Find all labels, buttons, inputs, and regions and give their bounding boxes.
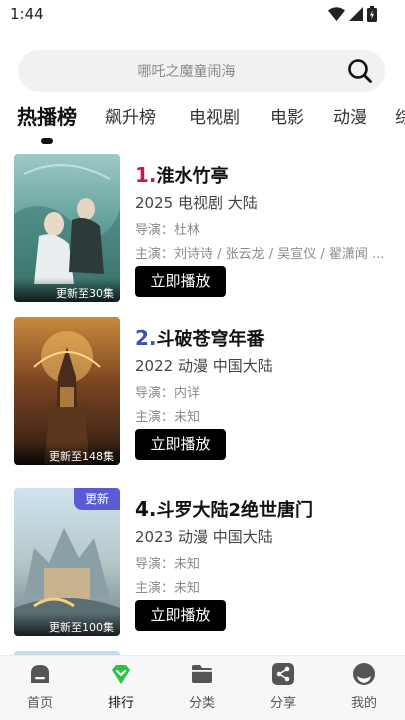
item-title[interactable]: 淮水竹亭 (157, 166, 229, 187)
ranking-icon (112, 665, 130, 684)
tab-rising[interactable]: 飙升榜 (105, 103, 156, 128)
search-icon[interactable] (347, 58, 373, 84)
play-now-button[interactable]: 立即播放 (135, 600, 226, 631)
item-director: 导演：杜林 (135, 223, 201, 238)
search-input[interactable]: 哪吒之魔童闹海 (18, 61, 385, 81)
play-now-button[interactable]: 立即播放 (135, 429, 226, 460)
nav-ranking[interactable]: 排行 (91, 662, 151, 711)
nav-ranking-label: 排行 (107, 696, 134, 711)
nav-category-label: 分类 (188, 696, 215, 711)
item-meta: 2025 电视剧 大陆 (135, 194, 258, 212)
play-now-button[interactable]: 立即播放 (135, 266, 226, 297)
active-tab-indicator (41, 138, 53, 144)
nav-share-label: 分享 (269, 696, 296, 711)
bottom-nav: 首页 排行 分类 分享 我的 (0, 655, 405, 720)
item-director: 导演：未知 (135, 557, 201, 572)
home-icon (31, 665, 49, 683)
poster-image[interactable]: 更新至148集 (14, 317, 120, 465)
update-badge: 更新 (74, 488, 120, 510)
rank-number: 2. (135, 326, 157, 350)
nav-share[interactable]: 分享 (253, 662, 313, 711)
status-time: 1:44 (10, 5, 44, 23)
episode-badge: 更新至148集 (14, 441, 120, 465)
profile-icon (353, 663, 375, 685)
item-cast: 主演：未知 (135, 410, 201, 425)
tab-tv-series[interactable]: 电视剧 (189, 103, 240, 128)
tab-anime[interactable]: 动漫 (333, 103, 367, 128)
item-cast: 主演：刘诗诗 / 张云龙 / 吴宣仪 / 翟潇闻 ... (135, 247, 385, 262)
item-cast: 主演：未知 (135, 581, 201, 596)
item-meta: 2022 动漫 中国大陆 (135, 357, 273, 375)
status-icons (328, 6, 377, 22)
nav-profile-label: 我的 (350, 696, 377, 711)
rank-number: 1. (135, 163, 157, 187)
item-title-row[interactable]: 1.淮水竹亭 (135, 162, 229, 188)
item-title[interactable]: 斗罗大陆2绝世唐门 (157, 500, 314, 521)
signal-icon (349, 7, 363, 21)
tab-hot[interactable]: 热播榜 (17, 103, 77, 130)
tab-variety[interactable]: 综 (395, 103, 405, 128)
tab-movie[interactable]: 电影 (270, 103, 304, 128)
ranking-item-2[interactable]: 更新至148集 2.斗破苍穹年番 2022 动漫 中国大陆 导演：内详 主演：未… (14, 317, 394, 465)
item-meta: 2023 动漫 中国大陆 (135, 528, 273, 546)
episode-badge: 更新至30集 (14, 278, 120, 302)
nav-category[interactable]: 分类 (172, 662, 232, 711)
status-bar: 1:44 (0, 0, 405, 30)
poster-image[interactable]: 更新 更新至100集 (14, 488, 120, 636)
folder-icon (192, 665, 212, 683)
share-icon (272, 663, 294, 685)
item-title-row[interactable]: 4.斗罗大陆2绝世唐门 (135, 496, 313, 522)
item-title[interactable]: 斗破苍穹年番 (157, 329, 265, 350)
item-director: 导演：内详 (135, 386, 201, 401)
nav-home[interactable]: 首页 (10, 662, 70, 711)
episode-badge: 更新至100集 (14, 612, 120, 636)
wifi-icon (328, 7, 345, 21)
ranking-item-3[interactable]: 更新 更新至100集 4.斗罗大陆2绝世唐门 2023 动漫 中国大陆 导演：未… (14, 488, 394, 636)
battery-icon (367, 6, 377, 22)
item-title-row[interactable]: 2.斗破苍穹年番 (135, 325, 265, 351)
nav-profile[interactable]: 我的 (334, 662, 394, 711)
poster-image[interactable]: 更新至30集 (14, 154, 120, 302)
ranking-tabs: 热播榜 飙升榜 电视剧 电影 动漫 综 (0, 103, 405, 143)
ranking-item-1[interactable]: 更新至30集 1.淮水竹亭 2025 电视剧 大陆 导演：杜林 主演：刘诗诗 /… (14, 154, 394, 302)
rank-number: 4. (135, 497, 157, 521)
nav-home-label: 首页 (26, 696, 53, 711)
search-bar[interactable]: 哪吒之魔童闹海 (18, 50, 385, 92)
